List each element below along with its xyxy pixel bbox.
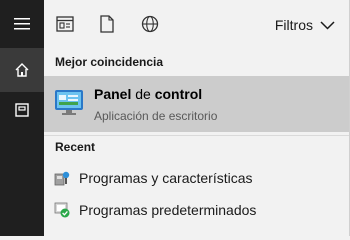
recent-item-label: Programas y características <box>79 170 253 186</box>
recent-item-default-programs[interactable]: Programas predeterminados <box>44 195 350 225</box>
best-match-title-part: Panel <box>94 86 132 102</box>
best-match-title: Panel de control <box>94 86 202 102</box>
best-match-title-connector: de <box>131 86 155 102</box>
programs-features-icon <box>54 171 70 186</box>
web-filter-button[interactable] <box>139 13 161 35</box>
document-icon <box>100 15 114 33</box>
hamburger-menu-icon <box>14 18 30 30</box>
recent-item-programs-features[interactable]: Programas y características <box>44 163 350 193</box>
home-icon <box>15 63 29 77</box>
filter-toolbar: Filtros <box>44 0 350 48</box>
best-match-result[interactable]: Panel de control Aplicación de escritori… <box>44 76 350 132</box>
filters-label: Filtros <box>274 17 313 33</box>
apps-icon <box>56 16 74 32</box>
left-rail <box>0 0 44 236</box>
web-globe-icon <box>141 15 159 33</box>
best-match-title-part: control <box>154 86 203 102</box>
documents-filter-button[interactable] <box>96 13 118 35</box>
menu-button[interactable] <box>0 2 44 46</box>
default-programs-icon <box>54 202 70 218</box>
best-match-subtitle: Aplicación de escritorio <box>94 109 218 123</box>
documents-button[interactable] <box>0 88 44 132</box>
recent-heading: Recent <box>55 140 96 154</box>
documents-icon <box>15 103 29 117</box>
search-results-panel: Filtros Mejor coincidencia Panel de cont… <box>44 0 350 236</box>
section-divider <box>44 135 350 136</box>
chevron-down-icon <box>320 20 335 30</box>
control-panel-icon <box>55 90 83 115</box>
best-match-heading: Mejor coincidencia <box>55 55 164 69</box>
apps-filter-button[interactable] <box>54 13 76 35</box>
home-button[interactable] <box>0 48 44 92</box>
filters-dropdown[interactable]: Filtros <box>275 15 335 35</box>
recent-item-label: Programas predeterminados <box>79 202 257 218</box>
